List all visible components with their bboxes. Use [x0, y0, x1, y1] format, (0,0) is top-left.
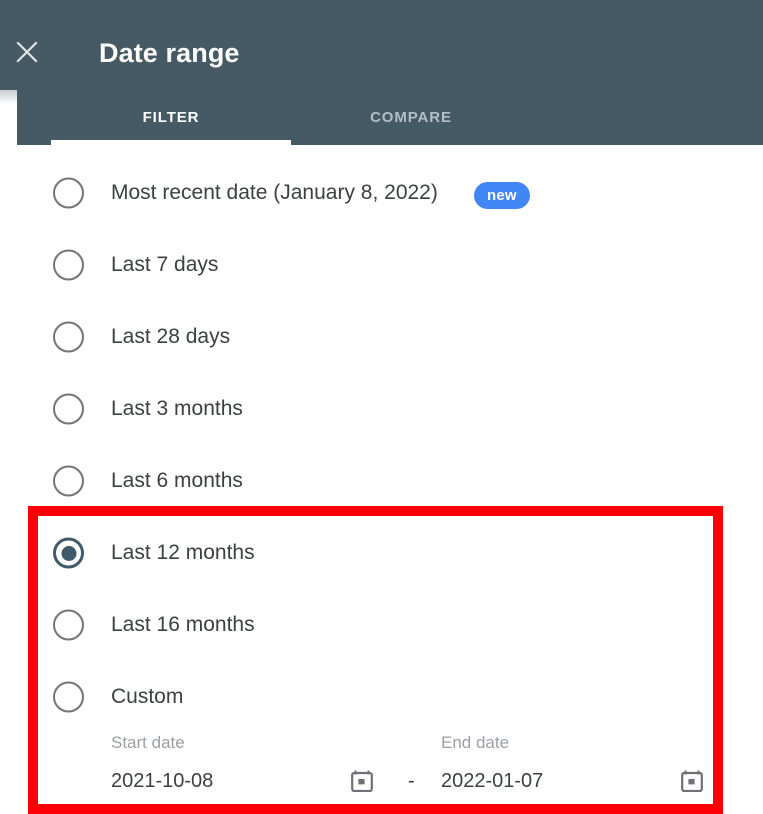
radio-last-7-days[interactable] [53, 249, 84, 281]
option-last-16-months[interactable]: Last 16 months [0, 601, 763, 649]
tab-active-indicator [51, 140, 291, 145]
option-label: Last 3 months [111, 397, 243, 420]
option-last-3-months[interactable]: Last 3 months [0, 385, 763, 433]
option-label: Last 12 months [111, 541, 255, 564]
panel-header: Date range FILTER COMPARE [0, 0, 763, 145]
radio-last-12-months[interactable] [53, 537, 84, 569]
radio-most-recent-date[interactable] [53, 177, 84, 209]
option-label: Most recent date (January 8, 2022) [111, 181, 438, 204]
calendar-icon[interactable] [681, 770, 703, 792]
start-date-field[interactable]: Start date 2021-10-08 [111, 725, 376, 800]
radio-custom[interactable] [53, 681, 84, 713]
close-icon[interactable] [12, 37, 42, 67]
end-date-value[interactable]: 2022-01-07 [441, 769, 543, 794]
calendar-icon[interactable] [351, 770, 373, 792]
tab-filter[interactable]: FILTER [51, 90, 291, 145]
end-date-field[interactable]: End date 2022-01-07 [441, 725, 706, 800]
option-label: Last 7 days [111, 253, 219, 276]
radio-last-16-months[interactable] [53, 609, 84, 641]
option-label: Last 16 months [111, 613, 255, 636]
option-label: Last 28 days [111, 325, 231, 348]
radio-last-6-months[interactable] [53, 465, 84, 497]
date-range-separator: - [408, 770, 415, 792]
header-bar: Date range [0, 0, 763, 90]
left-edge-notch [0, 90, 17, 145]
option-label: Last 6 months [111, 469, 243, 492]
radio-last-28-days[interactable] [53, 321, 84, 353]
option-last-6-months[interactable]: Last 6 months [0, 457, 763, 505]
start-date-value[interactable]: 2021-10-08 [111, 769, 213, 794]
radio-last-3-months[interactable] [53, 393, 84, 425]
tab-bar: FILTER COMPARE [17, 90, 763, 145]
option-most-recent-date[interactable]: Most recent date (January 8, 2022) new [0, 169, 763, 217]
page-title: Date range [99, 38, 240, 68]
option-custom[interactable]: Custom [0, 673, 763, 721]
option-last-7-days[interactable]: Last 7 days [0, 241, 763, 289]
option-last-28-days[interactable]: Last 28 days [0, 313, 763, 361]
end-date-label: End date [441, 733, 510, 752]
custom-date-fields: Start date 2021-10-08 End date 2022-01-0… [0, 725, 763, 800]
tab-compare[interactable]: COMPARE [291, 90, 531, 145]
option-label: Custom [111, 685, 184, 708]
date-range-options: Most recent date (January 8, 2022) new L… [0, 145, 763, 814]
option-last-12-months[interactable]: Last 12 months [0, 529, 763, 577]
status-badge: new [474, 182, 530, 209]
start-date-label: Start date [111, 733, 185, 752]
